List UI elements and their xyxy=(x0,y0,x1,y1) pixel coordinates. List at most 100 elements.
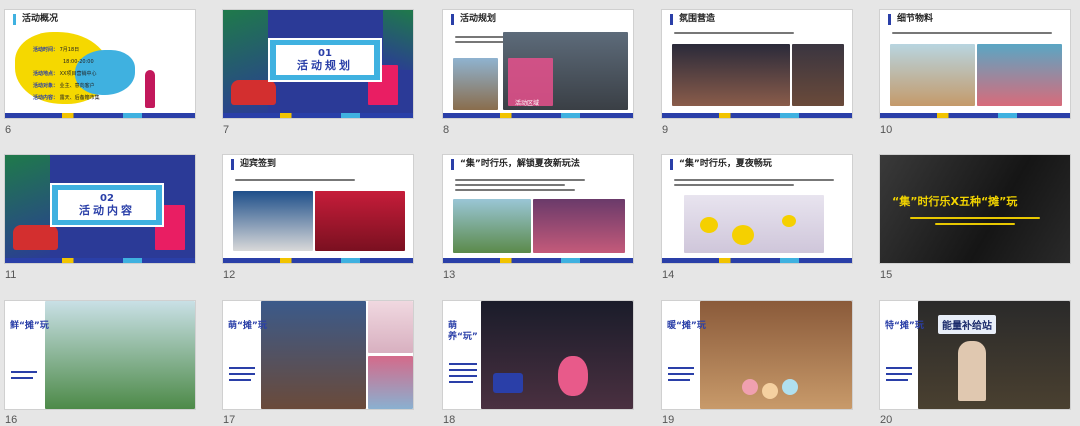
slide-number: 13 xyxy=(443,269,456,281)
info-lines: 活动时间： 7月18日 18:00-20:00 活动地点： XX项目营销中心 活… xyxy=(33,44,100,104)
plush-toy xyxy=(558,356,588,396)
footer-bar xyxy=(223,113,413,118)
footer-bar xyxy=(5,113,195,118)
text-line xyxy=(674,179,834,181)
footer-bar xyxy=(443,113,633,118)
text-line xyxy=(455,184,565,186)
slide-thumbnail[interactable]: 萌“摊”玩 xyxy=(223,301,413,409)
person-photo xyxy=(958,341,986,401)
slide-title: 迎宾签到 xyxy=(231,159,276,170)
rubber-duck xyxy=(700,217,718,233)
side-title: 特“摊”玩 xyxy=(885,321,924,331)
market-photo xyxy=(672,44,790,106)
slide-title: 氛围营造 xyxy=(670,14,715,25)
text-line xyxy=(674,32,794,34)
side-line xyxy=(449,381,473,383)
slide-thumbnail[interactable]: 01 活动规划 xyxy=(223,10,413,118)
headline: “集”时行乐X五种“摊”玩 xyxy=(892,195,1018,208)
slide-thumbnail[interactable]: 迎宾签到 xyxy=(223,155,413,263)
event-photo xyxy=(533,199,625,253)
detail-photo xyxy=(977,44,1062,106)
slide-number: 15 xyxy=(880,269,893,281)
section-title: 活动内容 xyxy=(79,204,135,217)
footer-bar xyxy=(662,258,852,263)
side-line xyxy=(886,379,908,381)
rubber-duck xyxy=(732,225,754,245)
slide-thumbnail[interactable]: 活动规划 活动区域 xyxy=(443,10,633,118)
side-panel: 鲜“摊”玩 xyxy=(5,301,49,409)
info-line: 活动内容： 露天、后备箱市集 xyxy=(33,95,100,101)
side-line xyxy=(229,373,255,375)
slide-number: 6 xyxy=(5,124,12,136)
side-title: 萌养“玩” xyxy=(448,321,478,342)
side-panel: 萌“摊”玩 xyxy=(223,301,267,409)
background-photo xyxy=(880,155,1070,263)
slide-number: 8 xyxy=(443,124,450,136)
side-panel: 暖“摊”玩 xyxy=(662,301,706,409)
slide-number: 14 xyxy=(662,269,675,281)
slide-thumbnail[interactable]: 能量补给站 特“摊”玩 xyxy=(880,301,1070,409)
rubber-duck xyxy=(782,215,796,227)
side-title: 暖“摊”玩 xyxy=(667,321,706,331)
car-illustration xyxy=(231,80,276,105)
side-line xyxy=(668,367,694,369)
detail-photo xyxy=(368,301,413,353)
slide-thumbnail[interactable]: 细节物料 xyxy=(880,10,1070,118)
market-photo xyxy=(792,44,844,106)
footer-bar xyxy=(662,113,852,118)
slide-title: 活动概况 xyxy=(13,14,58,25)
label-tag xyxy=(493,373,523,393)
signin-photo xyxy=(315,191,405,251)
detail-photo xyxy=(368,356,413,409)
text-line xyxy=(674,184,794,186)
side-title: 鲜“摊”玩 xyxy=(10,321,49,331)
donut xyxy=(742,379,758,395)
slide-number: 16 xyxy=(5,414,18,426)
slide-thumbnail[interactable]: 鲜“摊”玩 xyxy=(5,301,195,409)
slide-thumbnail[interactable]: “集”时行乐X五种“摊”玩 xyxy=(880,155,1070,263)
slide-number: 9 xyxy=(662,124,669,136)
detail-photo xyxy=(890,44,975,106)
section-title: 活动规划 xyxy=(297,59,353,72)
slide-number: 19 xyxy=(662,414,675,426)
slide-number: 20 xyxy=(880,414,893,426)
slide-thumbnail[interactable]: 暖“摊”玩 xyxy=(662,301,852,409)
slide-title: 活动规划 xyxy=(451,14,496,25)
slide-number: 7 xyxy=(223,124,230,136)
info-line: 活动地点： XX项目营销中心 xyxy=(33,71,97,77)
slide-number: 18 xyxy=(443,414,456,426)
slide-title: “集”时行乐，夏夜畅玩 xyxy=(670,159,772,170)
area-caption: 活动区域 xyxy=(515,100,540,107)
side-line xyxy=(11,377,33,379)
leaf-decoration xyxy=(383,10,413,70)
subline xyxy=(910,217,1040,219)
side-line xyxy=(11,371,37,373)
slide-thumbnail[interactable]: 萌养“玩” xyxy=(443,301,633,409)
slide-thumbnail[interactable]: 氛围营造 xyxy=(662,10,852,118)
section-number: 01 xyxy=(318,48,332,59)
slide-thumbnail[interactable]: “集”时行乐，夏夜畅玩 xyxy=(662,155,852,263)
signin-photo xyxy=(233,191,313,251)
flower-photo xyxy=(45,301,195,409)
slide-thumbnail[interactable]: “集”时行乐，解锁夏夜新玩法 xyxy=(443,155,633,263)
side-line xyxy=(886,367,912,369)
donut xyxy=(762,383,778,399)
side-title: 萌“摊”玩 xyxy=(228,321,267,331)
section-number: 02 xyxy=(100,193,114,204)
slide-number: 17 xyxy=(223,414,236,426)
slide-thumbnail[interactable]: 02 活动内容 xyxy=(5,155,195,263)
slide-title: 细节物料 xyxy=(888,14,933,25)
side-panel: 萌养“玩” xyxy=(443,301,481,409)
side-line xyxy=(886,373,912,375)
slide-number: 10 xyxy=(880,124,893,136)
donut xyxy=(782,379,798,395)
text-line xyxy=(455,179,585,181)
footer-bar xyxy=(223,258,413,263)
side-line xyxy=(668,379,690,381)
slide-thumbnail[interactable]: 活动概况 活动时间： 7月18日 18:00-20:00 活动地点： XX项目营… xyxy=(5,10,195,118)
slide-number: 11 xyxy=(5,269,17,281)
footer-bar xyxy=(443,258,633,263)
slide-title: “集”时行乐，解锁夏夜新玩法 xyxy=(451,159,580,170)
text-line xyxy=(455,189,575,191)
info-line: 活动时间： 7月18日 xyxy=(33,47,80,53)
